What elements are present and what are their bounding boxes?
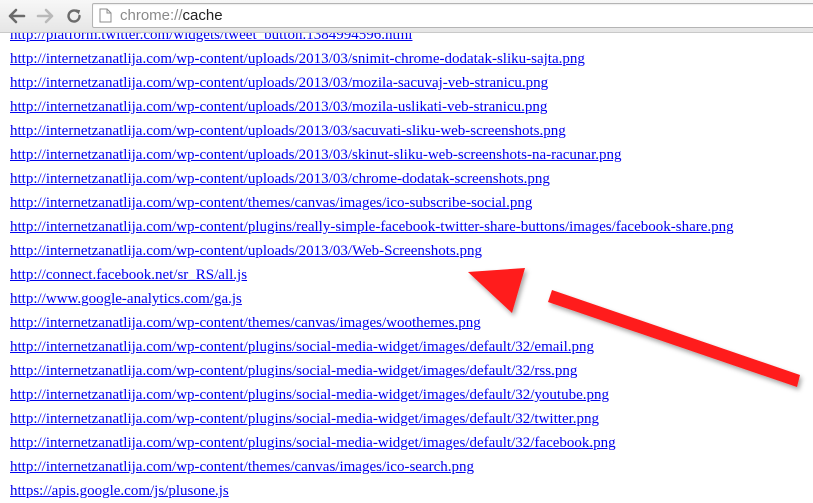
cache-entry-row: http://internetzanatlija.com/wp-content/… xyxy=(10,47,810,71)
cache-entry-row: http://internetzanatlija.com/wp-content/… xyxy=(10,311,810,335)
address-bar[interactable]: chrome://cache xyxy=(92,3,813,28)
cache-entry-row: http://www.google-analytics.com/ga.js xyxy=(10,287,810,311)
cache-entry-link[interactable]: http://internetzanatlija.com/wp-content/… xyxy=(10,51,585,67)
cache-entry-row: http://internetzanatlija.com/wp-content/… xyxy=(10,119,810,143)
cache-entry-link[interactable]: http://internetzanatlija.com/wp-content/… xyxy=(10,315,481,331)
cache-entry-link[interactable]: http://internetzanatlija.com/wp-content/… xyxy=(10,435,616,451)
cache-entry-row: http://internetzanatlija.com/wp-content/… xyxy=(10,383,810,407)
cache-entry-link[interactable]: http://internetzanatlija.com/wp-content/… xyxy=(10,147,622,163)
cache-entry-row: http://internetzanatlija.com/wp-content/… xyxy=(10,71,810,95)
cache-entry-row: http://internetzanatlija.com/wp-content/… xyxy=(10,95,810,119)
cache-entry-row: http://internetzanatlija.com/wp-content/… xyxy=(10,167,810,191)
cache-entry-row: http://internetzanatlija.com/wp-content/… xyxy=(10,191,810,215)
browser-toolbar: chrome://cache xyxy=(0,0,813,33)
cache-entry-row: http://internetzanatlija.com/wp-content/… xyxy=(10,143,810,167)
cache-entry-link[interactable]: http://internetzanatlija.com/wp-content/… xyxy=(10,243,482,259)
address-path: cache xyxy=(182,7,223,24)
cache-entry-link[interactable]: http://internetzanatlija.com/wp-content/… xyxy=(10,195,532,211)
reload-button[interactable] xyxy=(62,4,86,28)
reload-icon xyxy=(67,9,81,23)
forward-arrow-icon xyxy=(36,8,54,24)
cache-entry-link[interactable]: http://internetzanatlija.com/wp-content/… xyxy=(10,171,550,187)
cache-entry-row: http://internetzanatlija.com/wp-content/… xyxy=(10,455,810,479)
cache-entry-link[interactable]: http://internetzanatlija.com/wp-content/… xyxy=(10,411,599,427)
page-icon xyxy=(99,8,112,23)
cache-entry-link[interactable]: http://internetzanatlija.com/wp-content/… xyxy=(10,339,594,355)
cache-entry-link[interactable]: http://internetzanatlija.com/wp-content/… xyxy=(10,99,547,115)
cache-entry-row: http://internetzanatlija.com/wp-content/… xyxy=(10,407,810,431)
cache-entry-row: http://internetzanatlija.com/wp-content/… xyxy=(10,239,810,263)
cache-entry-link[interactable]: http://connect.facebook.net/sr_RS/all.js xyxy=(10,267,247,283)
cache-link-list: http://platform.twitter.com/widgets/twee… xyxy=(10,23,810,503)
cache-entry-row: http://connect.facebook.net/sr_RS/all.js xyxy=(10,263,810,287)
address-scheme: chrome:// xyxy=(120,7,183,24)
back-button[interactable] xyxy=(5,4,29,28)
cache-entry-link[interactable]: http://internetzanatlija.com/wp-content/… xyxy=(10,123,566,139)
cache-entry-link[interactable]: http://internetzanatlija.com/wp-content/… xyxy=(10,219,734,235)
cache-entry-link[interactable]: http://internetzanatlija.com/wp-content/… xyxy=(10,75,548,91)
cache-entry-row: http://internetzanatlija.com/wp-content/… xyxy=(10,431,810,455)
address-text: chrome://cache xyxy=(120,6,223,25)
cache-entry-row: http://internetzanatlija.com/wp-content/… xyxy=(10,359,810,383)
cache-entry-row: http://internetzanatlija.com/wp-content/… xyxy=(10,335,810,359)
cache-entry-link[interactable]: http://internetzanatlija.com/wp-content/… xyxy=(10,387,609,403)
cache-entry-link[interactable]: http://internetzanatlija.com/wp-content/… xyxy=(10,363,577,379)
cache-entry-link[interactable]: https://apis.google.com/js/plusone.js xyxy=(10,483,229,499)
cache-entry-row: http://internetzanatlija.com/wp-content/… xyxy=(10,215,810,239)
back-arrow-icon xyxy=(8,8,26,24)
cache-entry-link[interactable]: http://www.google-analytics.com/ga.js xyxy=(10,291,242,307)
forward-button[interactable] xyxy=(33,4,57,28)
cache-entry-row: https://apis.google.com/js/plusone.js xyxy=(10,479,810,503)
cache-entry-link[interactable]: http://internetzanatlija.com/wp-content/… xyxy=(10,459,474,475)
